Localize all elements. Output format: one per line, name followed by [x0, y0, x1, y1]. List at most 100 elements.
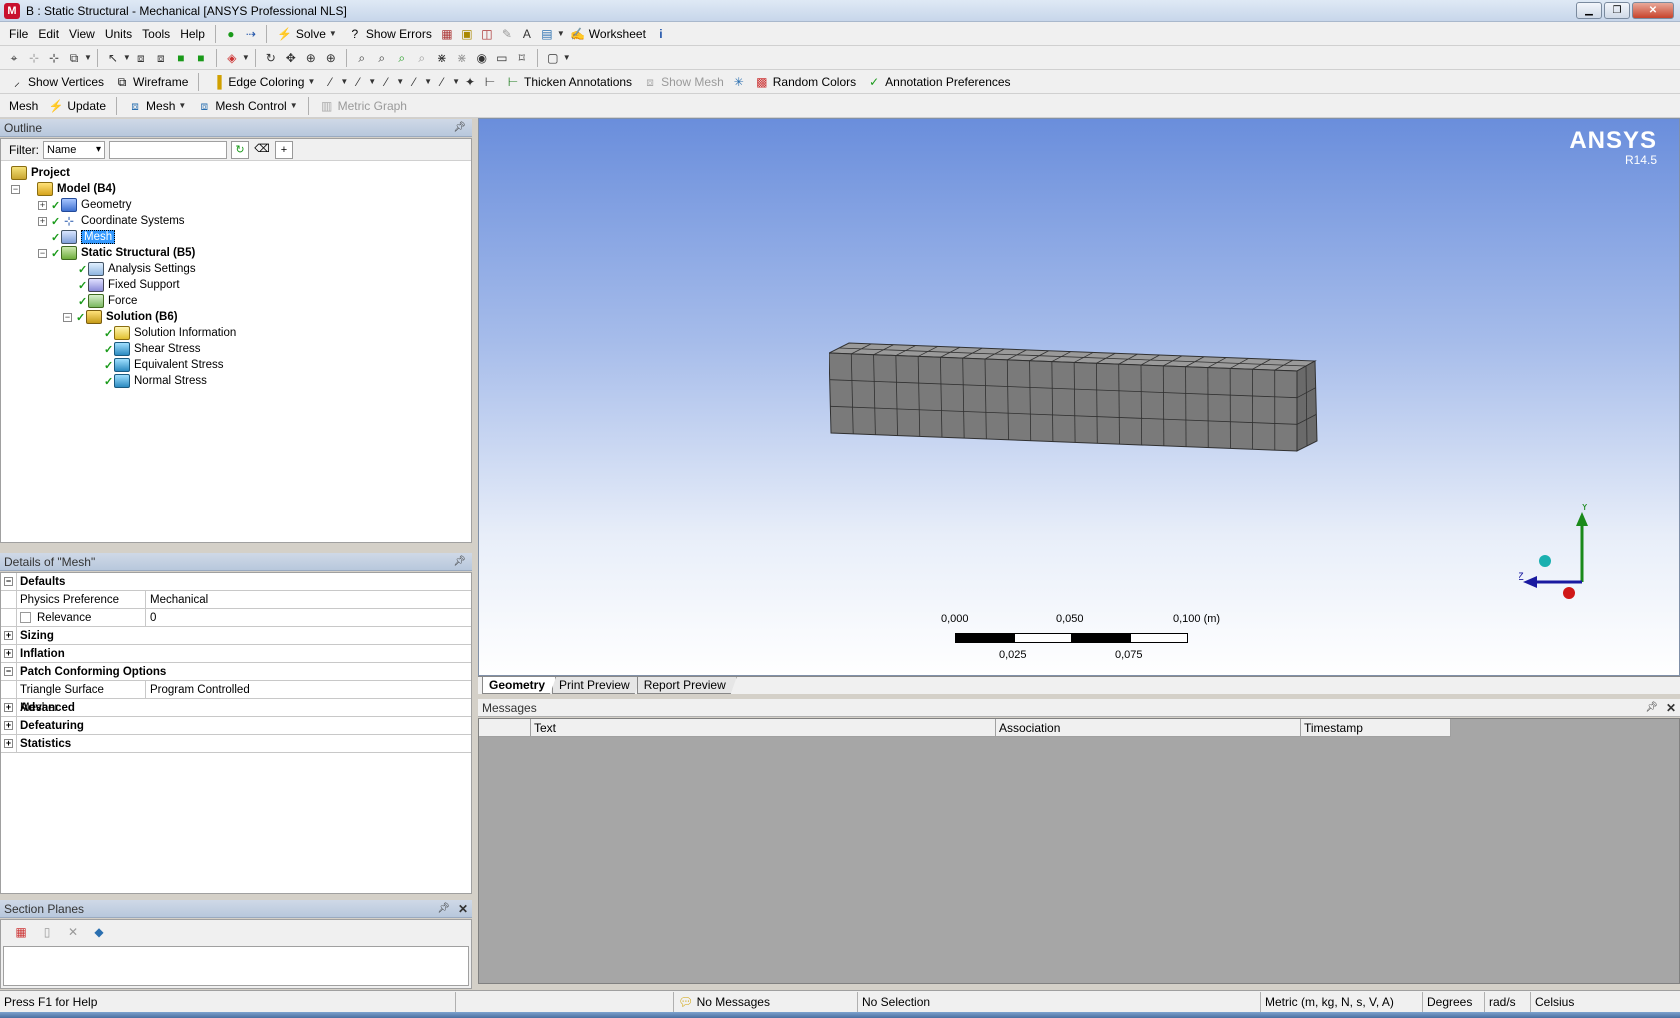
tree-node-model[interactable]: − Model (B4) [1, 181, 471, 197]
status-temperature-unit[interactable]: Celsius [1531, 992, 1651, 1012]
pin-icon[interactable]: 📌︎ [453, 119, 466, 137]
print-icon[interactable]: ▭ [493, 49, 511, 67]
zoom-out-icon[interactable]: ⌕ [413, 49, 431, 67]
select-face-icon[interactable]: ⧈ [132, 49, 150, 67]
collapse-icon[interactable]: − [38, 248, 47, 258]
select-vertex-icon[interactable]: ⊹ [25, 49, 43, 67]
pointer-icon[interactable]: ↖ [104, 49, 122, 67]
expand-icon[interactable]: + [38, 216, 47, 226]
pin-icon[interactable]: 📌︎ [1645, 699, 1658, 717]
worksheet-button[interactable]: ✍ Worksheet [565, 24, 651, 44]
details-group-patch-conforming[interactable]: − Patch Conforming Options [1, 662, 471, 681]
expand-icon[interactable]: + [4, 721, 13, 730]
graphics-viewport[interactable]: ANSYS R14.5 0,000 0,050 0,100 (m) 0,025 … [478, 118, 1680, 676]
edge-coloring-button[interactable]: ▐ Edge Coloring ▼ [204, 72, 320, 92]
chevron-down-icon[interactable]: ▼ [557, 29, 565, 38]
show-errors-button[interactable]: ? Show Errors [342, 24, 437, 44]
info-icon[interactable]: i [652, 25, 670, 43]
section-planes-list[interactable] [3, 946, 469, 986]
pin-icon[interactable]: 📌︎ [453, 553, 466, 571]
text-annotation-icon[interactable]: A [518, 25, 536, 43]
metric-graph-button[interactable]: ▥ Metric Graph [314, 96, 412, 116]
tag-icon[interactable]: ⌑ [513, 49, 531, 67]
tab-print-preview[interactable]: Print Preview [552, 677, 641, 694]
zoom-in-icon[interactable]: ⌕ [393, 49, 411, 67]
details-group-sizing[interactable]: + Sizing [1, 626, 471, 645]
mesh-dropdown[interactable]: ⧈ Mesh ▼ [122, 96, 191, 116]
collapse-tree-icon[interactable]: ⌫ [253, 141, 271, 159]
tree-node-static-structural[interactable]: − ✓ Static Structural (B5) [1, 245, 471, 261]
maximize-button[interactable]: ❐ [1604, 2, 1630, 19]
annotation-preferences-button[interactable]: ✓ Annotation Preferences [861, 72, 1015, 92]
status-messages[interactable]: 💬︎ No Messages [674, 991, 858, 1012]
filter-input[interactable] [109, 140, 227, 159]
tree-node-geometry[interactable]: + ✓ Geometry [1, 197, 471, 213]
menu-help[interactable]: Help [175, 24, 210, 44]
rotate-icon[interactable]: ↻ [262, 49, 280, 67]
collapse-icon[interactable]: − [4, 667, 13, 676]
edge-3-icon[interactable]: ⁄ [405, 73, 423, 91]
details-group-defeaturing[interactable]: + Defeaturing [1, 716, 471, 735]
close-window-button[interactable]: ✕ [1632, 2, 1674, 19]
graph-icon[interactable]: ◫ [478, 25, 496, 43]
expand-icon[interactable]: + [38, 200, 47, 210]
extend-selection-icon[interactable]: ◈ [223, 49, 241, 67]
expand-tree-icon[interactable]: + [275, 140, 293, 159]
select-edge-icon[interactable]: ⊹ [45, 49, 63, 67]
update-button[interactable]: ⚡ Update [43, 96, 111, 116]
select-element-icon[interactable]: ■ [172, 49, 190, 67]
zoom-fit-icon[interactable]: ⌕ [353, 49, 371, 67]
viewport-layout-icon[interactable]: ▢ [544, 49, 562, 67]
triad-axes[interactable]: Y Z [1519, 504, 1629, 614]
zoom-icon[interactable]: ⊕ [302, 49, 320, 67]
check-green-icon[interactable]: ● [222, 25, 240, 43]
close-icon[interactable]: ✕ [1666, 699, 1676, 717]
column-header-text[interactable]: Text [531, 719, 996, 737]
select-mode-icon[interactable]: ⧉ [65, 49, 83, 67]
select-point-icon[interactable]: ⌖ [5, 49, 23, 67]
refresh-icon[interactable]: ↻ [231, 140, 249, 159]
delete-section-plane-icon[interactable]: ✕ [64, 923, 82, 941]
expand-icon[interactable]: + [4, 703, 13, 712]
tree-node-shear-stress[interactable]: ✓ Shear Stress [1, 341, 471, 357]
tree-node-solution-information[interactable]: ✓ Solution Information [1, 325, 471, 341]
new-chart-icon[interactable]: ▦ [438, 25, 456, 43]
details-row-relevance[interactable]: Relevance 0 [1, 608, 471, 627]
random-colors-button[interactable]: ▩ Random Colors [749, 72, 861, 92]
column-header-timestamp[interactable]: Timestamp [1301, 719, 1451, 737]
edge-2-icon[interactable]: ⁄ [377, 73, 395, 91]
physics-preference-value[interactable]: Mechanical [146, 591, 471, 609]
tree-node-equivalent-stress[interactable]: ✓ Equivalent Stress [1, 357, 471, 373]
menu-units[interactable]: Units [100, 24, 137, 44]
select-body-icon[interactable]: ⧈ [152, 49, 170, 67]
status-unit-system[interactable]: Metric (m, kg, N, s, V, A) [1261, 991, 1423, 1012]
new-section-plane-icon[interactable]: ▦ [12, 923, 30, 941]
thicken-annotations-button[interactable]: ⊢ Thicken Annotations [500, 72, 637, 92]
comment-icon[interactable]: ✎ [498, 25, 516, 43]
meshed-beam-model[interactable] [829, 341, 1349, 461]
tree-node-project[interactable]: Project [1, 165, 471, 181]
edge-thin-icon[interactable]: ⁄ [349, 73, 367, 91]
tab-geometry[interactable]: Geometry [482, 677, 556, 694]
edge-5-icon[interactable]: ✦ [461, 73, 479, 91]
menu-file[interactable]: File [4, 24, 33, 44]
details-group-statistics[interactable]: + Statistics [1, 734, 471, 753]
relevance-value[interactable]: 0 [146, 609, 471, 627]
menu-edit[interactable]: Edit [33, 24, 64, 44]
details-group-defaults[interactable]: − Defaults [1, 572, 471, 591]
edge-6-icon[interactable]: ⊢ [481, 73, 499, 91]
collapse-icon[interactable]: − [4, 577, 13, 586]
status-rotational-unit[interactable]: rad/s [1485, 991, 1531, 1012]
collapse-icon[interactable]: − [11, 184, 20, 194]
select-node-icon[interactable]: ■ [192, 49, 210, 67]
mesh-control-dropdown[interactable]: ⧈ Mesh Control ▼ [191, 96, 302, 116]
details-group-inflation[interactable]: + Inflation [1, 644, 471, 663]
parameter-checkbox[interactable] [20, 611, 31, 623]
menu-tools[interactable]: Tools [137, 24, 175, 44]
wireframe-button[interactable]: ⧉ Wireframe [109, 72, 193, 92]
close-icon[interactable]: ✕ [458, 900, 468, 918]
menu-view[interactable]: View [64, 24, 100, 44]
image-icon[interactable]: ▤ [538, 25, 556, 43]
pan-icon[interactable]: ✥ [282, 49, 300, 67]
solve-button[interactable]: ⚡ Solve ▼ [272, 24, 342, 44]
